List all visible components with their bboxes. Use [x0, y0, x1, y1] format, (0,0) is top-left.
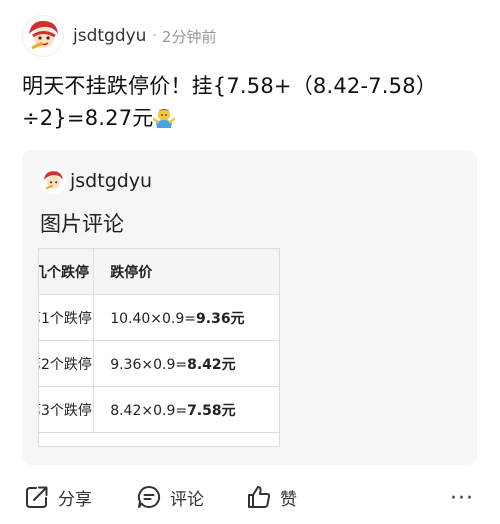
table-row: 第3个跌停 8.42×0.9=7.58元 [39, 386, 279, 433]
more-options-icon[interactable]: ··· [450, 486, 474, 511]
row-label: 第2个跌停 [39, 340, 95, 387]
table-row: 第1个跌停 10.40×0.9=9.36元 [39, 294, 279, 341]
thumbs-up-icon [248, 486, 271, 508]
comment-label: 评论 [170, 489, 204, 510]
share-button[interactable]: 分享 [24, 478, 92, 516]
header-cell: 跌停价 [93, 249, 279, 295]
shrug-emoji-icon [153, 106, 176, 128]
post-text: 明天不挂跌停价！挂{7.58+（8.42-7.58）÷2}=8.27元 [22, 70, 477, 134]
card-author-name: jsdtgdyu [70, 170, 153, 192]
like-label: 赞 [280, 489, 297, 510]
image-comment-card[interactable]: jsdtgdyu 图片评论 第几个跌停 跌停价 第1个跌停 10.40×0.9=… [22, 150, 477, 465]
header-cell: 第几个跌停 [39, 249, 95, 295]
card-avatar [40, 168, 66, 194]
like-button[interactable]: 赞 [246, 478, 297, 516]
post-body: 明天不挂跌停价！挂{7.58+（8.42-7.58）÷2}=8.27元 [22, 74, 438, 130]
post-header: jsdtgdyu · 2分钟前 [22, 15, 216, 57]
share-label: 分享 [58, 489, 92, 510]
comment-icon [137, 485, 161, 508]
share-icon [26, 486, 48, 508]
row-value: 10.40×0.9=9.36元 [93, 294, 279, 341]
row-label: 第1个跌停 [39, 294, 95, 341]
row-value: 9.36×0.9=8.42元 [93, 340, 279, 387]
row-label: 第3个跌停 [39, 386, 95, 433]
post-time: 2分钟前 [161, 27, 217, 46]
author-name[interactable]: jsdtgdyu [73, 26, 146, 46]
table-header-row: 第几个跌停 跌停价 [39, 249, 279, 295]
limit-down-table: 第几个跌停 跌停价 第1个跌停 10.40×0.9=9.36元 第2个跌停 9.… [39, 249, 279, 433]
comment-button[interactable]: 评论 [136, 478, 204, 516]
table-row: 第2个跌停 9.36×0.9=8.42元 [39, 340, 279, 387]
card-title: 图片评论 [40, 212, 124, 236]
separator-dot: · [152, 28, 157, 44]
action-bar: 分享 评论 赞 ··· [0, 478, 500, 518]
limit-down-table-image[interactable]: 第几个跌停 跌停价 第1个跌停 10.40×0.9=9.36元 第2个跌停 9.… [38, 248, 280, 447]
card-header: jsdtgdyu [40, 168, 152, 194]
row-value: 8.42×0.9=7.58元 [93, 386, 279, 433]
user-avatar[interactable] [22, 15, 64, 57]
